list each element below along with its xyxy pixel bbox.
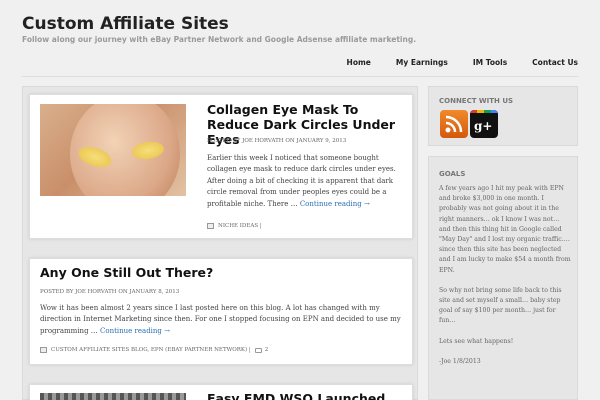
folder-icon (207, 223, 214, 229)
post-card: Easy EMD WSO Launched (29, 384, 413, 400)
goals-paragraph: -Joe 1/8/2013 (439, 357, 481, 365)
google-plus-icon[interactable]: g+ (470, 110, 498, 138)
post-categories: NICHE IDEAS | (207, 223, 262, 229)
continue-reading-link[interactable]: Continue reading → (300, 200, 370, 208)
post-meta: POSTED BY JOE HORVATH ON JANUARY 9, 2013 (207, 138, 347, 144)
category-link[interactable]: NICHE IDEAS | (218, 223, 262, 229)
goals-paragraph: So why not bring some life back to this … (439, 286, 562, 325)
nav-home[interactable]: Home (347, 58, 371, 67)
nav-divider (22, 76, 578, 77)
post-title[interactable]: Any One Still Out There? (40, 265, 213, 280)
post-thumbnail[interactable] (40, 393, 186, 400)
post-card: Collagen Eye Mask To Reduce Dark Circles… (29, 94, 413, 239)
post-excerpt: Wow it has been almost 2 years since I l… (40, 303, 406, 337)
continue-reading-link[interactable]: Continue reading → (100, 327, 170, 335)
post-excerpt: Earlier this week I noticed that someone… (207, 153, 407, 210)
site-title[interactable]: Custom Affiliate Sites (22, 14, 229, 34)
rss-icon[interactable] (440, 110, 468, 138)
post-card: Any One Still Out There? POSTED BY JOE H… (29, 258, 413, 365)
post-title[interactable]: Easy EMD WSO Launched (207, 391, 385, 400)
main-content: Collagen Eye Mask To Reduce Dark Circles… (22, 86, 418, 400)
post-meta: POSTED BY JOE HORVATH ON JANUARY 8, 2013 (40, 289, 180, 295)
folder-icon (40, 347, 47, 353)
nav-contact-us[interactable]: Contact Us (532, 58, 578, 67)
connect-widget: CONNECT WITH US g+ (428, 86, 578, 146)
goals-widget: GOALS A few years ago I hit my peak with… (428, 156, 578, 400)
post-categories: CUSTOM AFFILIATE SITES BLOG, EPN (EBAY P… (40, 347, 268, 353)
comment-count[interactable]: 2 (265, 347, 269, 353)
category-link[interactable]: CUSTOM AFFILIATE SITES BLOG, EPN (EBAY P… (51, 347, 251, 353)
nav-im-tools[interactable]: IM Tools (473, 58, 507, 67)
comment-icon (254, 347, 262, 353)
widget-title: GOALS (439, 170, 466, 178)
svg-text:g+: g+ (474, 119, 492, 133)
goals-paragraph: A few years ago I hit my peak with EPN a… (439, 185, 571, 274)
site-tagline: Follow along our journey with eBay Partn… (22, 35, 417, 44)
goals-paragraph: Lets see what happens! (439, 337, 514, 345)
post-thumbnail[interactable] (40, 104, 186, 196)
post-excerpt-text: Wow it has been almost 2 years since I l… (40, 304, 401, 335)
nav-my-earnings[interactable]: My Earnings (396, 58, 448, 67)
main-nav: Home My Earnings IM Tools Contact Us (322, 58, 578, 67)
goals-text: A few years ago I hit my peak with EPN a… (439, 184, 571, 377)
widget-title: CONNECT WITH US (439, 97, 514, 105)
